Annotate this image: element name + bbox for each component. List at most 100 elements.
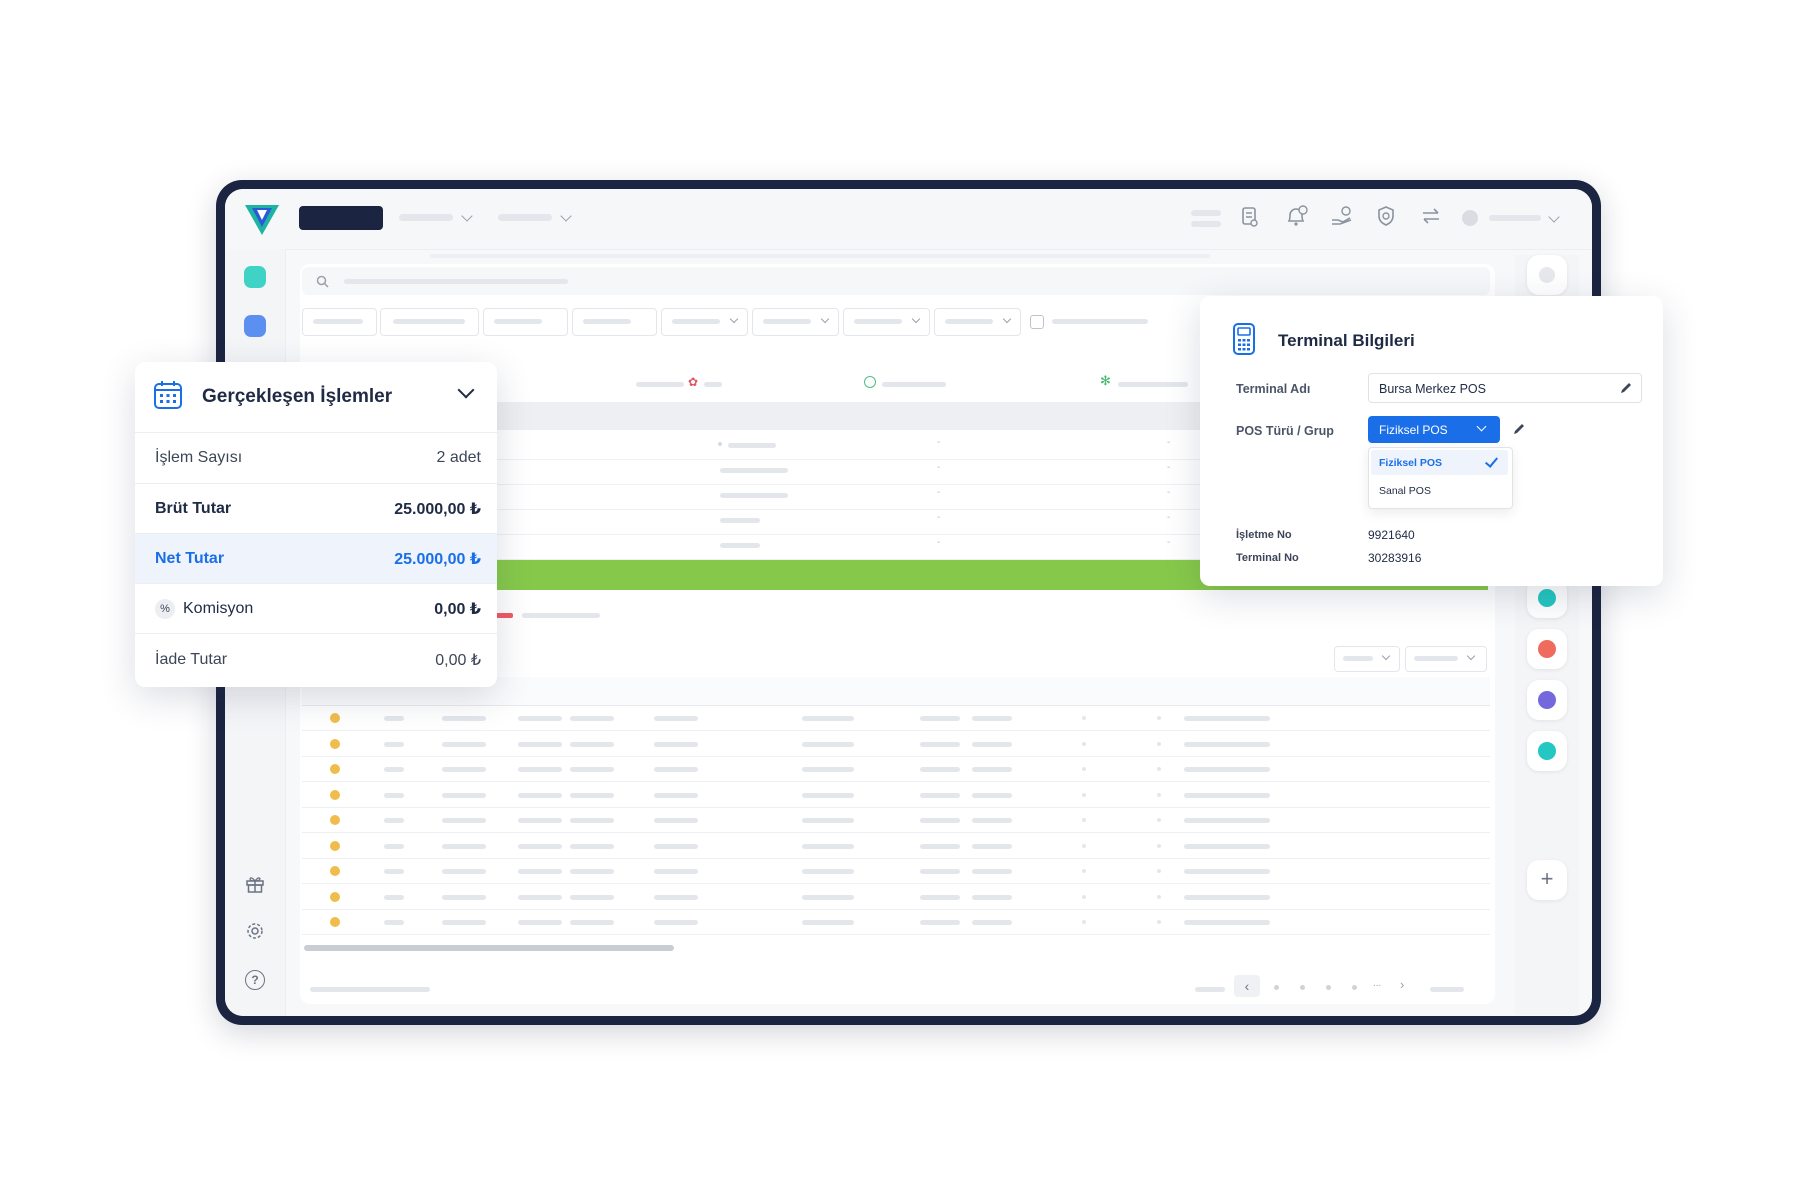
filter-dropdown-2[interactable] [752,308,839,336]
cell-placeholder [972,818,1012,823]
table-filter-1[interactable] [1334,646,1400,672]
edit-icon[interactable] [1512,422,1526,441]
pagination-next[interactable]: › [1400,977,1404,992]
rail-status-button[interactable] [1527,731,1567,771]
pos-type-selected: Fiziksel POS [1379,423,1448,437]
cell-placeholder [442,843,486,849]
terminal-no-label: Terminal No [1236,552,1299,564]
table-row[interactable] [302,909,1490,935]
pagination-ellipsis: ... [1373,978,1382,989]
top-placeholder-a [1191,210,1221,216]
sidebar-item-reports[interactable] [244,315,266,337]
summary-label-wrap: % Komisyon [155,598,253,619]
checkbox-label-placeholder [1052,319,1148,324]
search-icon [316,275,329,293]
filter-4[interactable] [572,308,657,336]
hand-coin-icon[interactable] [1330,205,1354,232]
pagination-total-placeholder [1430,987,1464,992]
bell-icon[interactable] [1285,205,1309,232]
chevron-down-icon[interactable] [461,210,473,222]
app-name-placeholder[interactable] [299,206,383,230]
menu-placeholder-2[interactable] [498,214,552,221]
page-size-placeholder [1195,987,1225,992]
summary-row-transaction-count: İşlem Sayısı 2 adet [135,432,497,483]
pagination-prev[interactable]: ‹ [1234,975,1260,997]
table-row[interactable] [302,731,1490,757]
document-icon[interactable] [1241,206,1259,233]
pos-type-select[interactable]: Fiziksel POS [1368,416,1500,443]
calendar-icon [153,380,183,415]
add-button[interactable]: + [1527,860,1567,900]
help-icon[interactable]: ? [245,970,265,990]
horizontal-scrollbar[interactable] [304,945,674,951]
cell-placeholder [384,767,404,772]
avatar[interactable] [1462,210,1478,226]
logo-icon[interactable] [243,201,281,237]
page-dot[interactable] [1326,985,1331,990]
filter-checkbox[interactable] [1030,315,1044,329]
search-bar[interactable] [302,267,1490,295]
cell-placeholder [518,920,562,925]
table-row[interactable] [302,807,1490,833]
shield-icon[interactable] [1375,205,1397,232]
table-row[interactable] [302,756,1490,782]
page-dot[interactable] [1274,985,1279,990]
menu-placeholder-1[interactable] [399,214,453,221]
table-row[interactable] [302,833,1490,859]
section-marker [495,613,513,618]
cell-placeholder [442,869,486,874]
summary-value: 25.000,00 ₺ [394,500,481,518]
cell-placeholder [972,894,1012,900]
gear-icon[interactable] [245,921,265,946]
cell-placeholder [384,920,404,925]
rail-status-button[interactable] [1527,680,1567,720]
status-dot [330,917,340,927]
summary-header-icon-2 [864,376,876,388]
cell-placeholder [518,869,562,874]
transfer-icon[interactable] [1420,207,1442,230]
rail-status-button[interactable] [1527,629,1567,669]
edit-icon[interactable] [1619,381,1633,400]
filter-3[interactable] [483,308,568,336]
page-dot[interactable] [1300,985,1305,990]
table-row[interactable] [302,782,1490,808]
cell-placeholder [1184,792,1270,798]
filter-dropdown-3[interactable] [843,308,930,336]
sidebar-item-chat[interactable] [244,266,266,288]
pos-option-virtual[interactable]: Sanal POS [1371,479,1508,504]
cell-placeholder [570,741,614,747]
summary-value: 2 adet [436,449,481,466]
filter-dropdown-4[interactable] [934,308,1021,336]
page-dot[interactable] [1352,985,1357,990]
status-dot [330,738,340,749]
table-row[interactable] [302,705,1490,731]
cell-placeholder [518,767,562,772]
cell-placeholder [1082,792,1086,797]
chevron-down-icon[interactable] [457,381,475,399]
pos-option-physical[interactable]: Fiziksel POS [1371,450,1508,475]
terminal-name-field[interactable]: Bursa Merkez POS [1368,373,1642,403]
table-body [302,705,1490,935]
chevron-down-icon[interactable] [1548,211,1560,223]
filter-2[interactable] [380,308,479,336]
cell-placeholder [442,767,486,772]
status-dot [330,789,340,800]
business-no-value: 9921640 [1368,528,1415,542]
cell-placeholder [1157,741,1161,746]
summary-label: İşlem Sayısı [155,449,243,466]
table-row[interactable] [302,884,1490,910]
terminal-card-title: Terminal Bilgileri [1278,331,1415,350]
cell-placeholder [920,894,960,900]
cell-placeholder [920,741,960,747]
user-name-placeholder[interactable] [1489,215,1541,221]
cell-placeholder [518,894,562,900]
chevron-down-icon[interactable] [560,210,572,222]
cell-placeholder [1184,716,1270,721]
rail-button-top[interactable] [1527,255,1567,295]
table-filter-2[interactable] [1405,646,1487,672]
cell-placeholder [654,818,698,823]
filter-1[interactable] [302,308,377,336]
table-row[interactable] [302,858,1490,884]
filter-dropdown-1[interactable] [661,308,748,336]
gift-icon[interactable] [245,874,265,899]
